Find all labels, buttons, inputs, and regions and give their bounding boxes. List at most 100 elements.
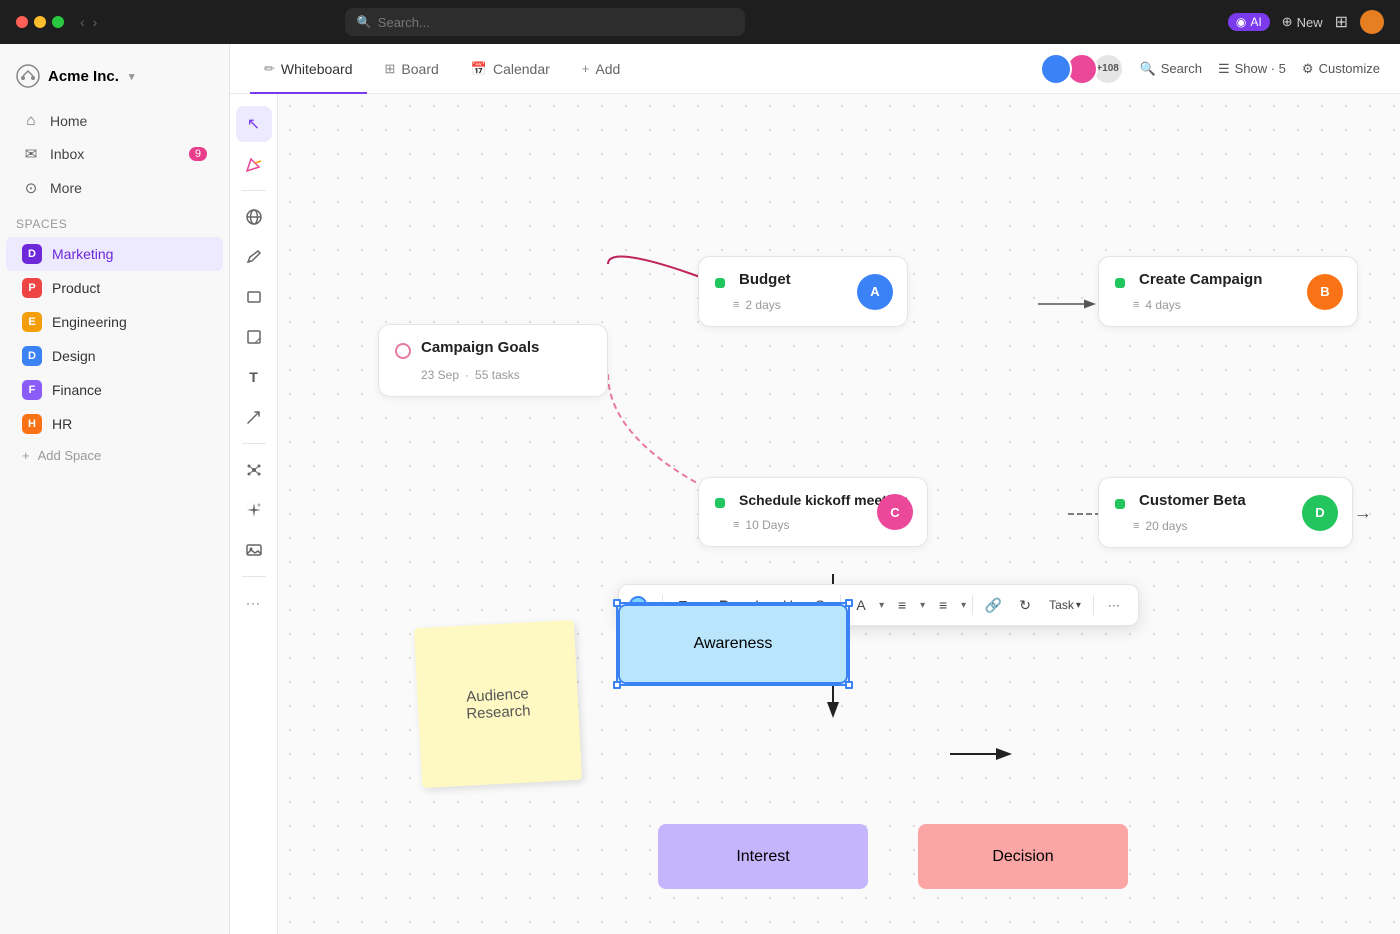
address-bar[interactable]: 🔍 Search... [345,8,745,36]
search-icon: 🔍 [1140,61,1156,77]
sidebar-item-inbox[interactable]: ✉ Inbox 9 [6,137,223,171]
top-nav-right: +108 🔍 Search ☰ Show · 5 ⚙ Customize [1046,53,1380,85]
task-label: Task [1049,598,1074,612]
add-space-label: Add Space [38,448,102,463]
brand[interactable]: Acme Inc. ▾ [0,56,229,104]
forward-arrow[interactable]: › [93,14,98,30]
more-btn[interactable]: ··· [1100,591,1128,619]
add-icon: + [582,61,590,76]
tab-whiteboard[interactable]: ✏ Whiteboard [250,53,367,85]
tab-board[interactable]: ⊞ Board [371,53,453,85]
tool-image[interactable] [236,532,272,568]
tool-text[interactable]: T [236,359,272,395]
budget-status [715,278,725,288]
handle-tr[interactable] [845,599,853,607]
campaign-goals-meta: 23 Sep · 55 tasks [421,368,591,382]
tool-arrow[interactable] [236,399,272,435]
back-arrow[interactable]: ‹ [80,14,85,30]
sidebar-item-product[interactable]: P Product [6,271,223,305]
product-dot: P [22,278,42,298]
budget-title: Budget [739,271,791,288]
separator: · [465,368,469,382]
interest-box[interactable]: Interest [658,824,868,889]
ai-button[interactable]: ◉ AI [1228,13,1270,31]
design-dot: D [22,346,42,366]
spaces-label: Spaces [0,205,229,237]
list-chevron[interactable]: ▾ [961,600,966,611]
brand-icon [16,64,40,88]
maximize-dot[interactable] [52,16,64,28]
hr-dot: H [22,414,42,434]
schedule-avatar: C [877,494,913,530]
address-text: Search... [378,15,430,30]
show-label: Show · 5 [1235,61,1286,76]
board-icon: ⊞ [385,61,396,77]
marketing-dot: D [22,244,42,264]
sidebar-item-engineering[interactable]: E Engineering [6,305,223,339]
tool-select[interactable]: ↖ [236,106,272,142]
create-campaign-card[interactable]: Create Campaign ≡ 4 days B [1098,256,1358,327]
sidebar-item-marketing[interactable]: D Marketing [6,237,223,271]
customer-beta-title: Customer Beta [1139,492,1246,509]
sidebar-item-finance[interactable]: F Finance [6,373,223,407]
list-btn[interactable]: ≡ [929,591,957,619]
whiteboard-label: Whiteboard [281,61,353,77]
sticky-note[interactable]: Audience Research [414,620,582,788]
engineering-dot: E [22,312,42,332]
show-action[interactable]: ☰ Show · 5 [1218,61,1286,77]
task-btn[interactable]: Task ▾ [1043,591,1087,619]
search-action[interactable]: 🔍 Search [1140,61,1202,77]
decision-box[interactable]: Decision [918,824,1128,889]
refresh-btn[interactable]: ↻ [1011,591,1039,619]
tool-rectangle[interactable] [236,279,272,315]
font-color-label: A [856,597,865,613]
tool-color-picker[interactable] [236,146,272,182]
window-controls [16,16,64,28]
handle-bl[interactable] [613,681,621,689]
tool-more[interactable]: ··· [236,585,272,621]
tool-sticky[interactable] [236,319,272,355]
new-button[interactable]: ⊕ New [1282,14,1323,30]
search-label: Search [1161,61,1202,76]
tool-globe[interactable] [236,199,272,235]
tool-sidebar: ↖ T [230,94,278,934]
create-campaign-days: 4 days [1145,298,1180,312]
finance-dot: F [22,380,42,400]
tab-calendar[interactable]: 📅 Calendar [457,53,564,85]
decision-label: Decision [992,848,1053,866]
schedule-days: 10 Days [745,518,789,532]
tool-pencil[interactable] [236,239,272,275]
customer-beta-card[interactable]: Customer Beta ≡ 20 days D → [1098,477,1353,548]
user-avatar[interactable] [1360,10,1384,34]
whiteboard-canvas[interactable]: ↖ T [230,94,1400,934]
meta-icon: ≡ [1133,299,1139,311]
grid-icon[interactable]: ⊞ [1335,12,1348,32]
sidebar-item-more[interactable]: ⊙ More [6,171,223,205]
tool-network[interactable] [236,452,272,488]
add-space-button[interactable]: + Add Space [6,441,223,470]
handle-br[interactable] [845,681,853,689]
tab-add[interactable]: + Add [568,53,635,85]
close-dot[interactable] [16,16,28,28]
schedule-kickoff-card[interactable]: Schedule kickoff meeting ≡ 10 Days C [698,477,928,547]
align-chevron[interactable]: ▾ [920,600,925,611]
budget-card[interactable]: Budget ≡ 2 days A [698,256,908,327]
font-color-chevron[interactable]: ▾ [879,600,884,611]
customize-action[interactable]: ⚙ Customize [1302,61,1380,77]
sidebar-item-design[interactable]: D Design [6,339,223,373]
finance-label: Finance [52,382,102,398]
awareness-label: Awareness [694,635,773,653]
sidebar-item-home[interactable]: ⌂ Home [6,104,223,137]
campaign-goals-title: Campaign Goals [421,339,539,356]
sidebar-item-hr[interactable]: H HR [6,407,223,441]
board-label: Board [401,61,438,77]
link-btn[interactable]: 🔗 [979,591,1007,619]
campaign-goals-card[interactable]: Campaign Goals 23 Sep · 55 tasks [378,324,608,397]
align-btn[interactable]: ≡ [888,591,916,619]
minimize-dot[interactable] [34,16,46,28]
create-campaign-status [1115,278,1125,288]
add-label: Add [595,61,620,77]
brand-chevron[interactable]: ▾ [129,70,135,83]
awareness-box[interactable]: Awareness [618,604,848,684]
tool-sparkle[interactable] [236,492,272,528]
